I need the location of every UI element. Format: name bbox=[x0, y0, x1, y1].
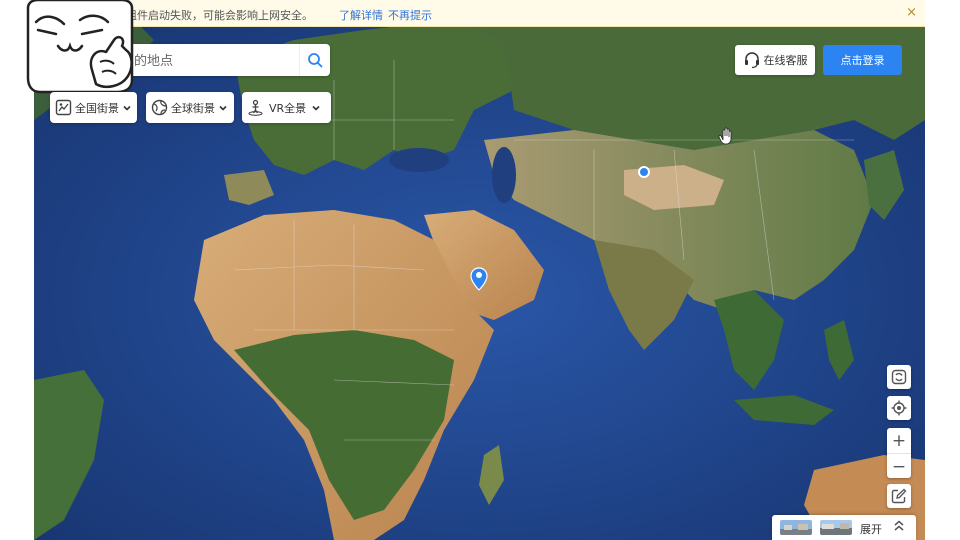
zoom-out-button[interactable]: − bbox=[887, 453, 911, 479]
zoom-in-button[interactable]: + bbox=[887, 428, 911, 453]
chevron-down-icon bbox=[312, 105, 320, 111]
headset-icon bbox=[744, 52, 759, 69]
satellite-map[interactable] bbox=[34, 0, 925, 540]
dropdown-vr-panorama[interactable]: VR全景 bbox=[242, 92, 331, 123]
dropdown-label: VR全景 bbox=[269, 101, 307, 115]
edit-icon bbox=[891, 488, 907, 504]
dropdown-label: 全国街景 bbox=[75, 101, 119, 115]
details-link[interactable]: 了解详情 bbox=[339, 7, 383, 23]
search-icon bbox=[308, 53, 323, 68]
mascot-sticker bbox=[26, 0, 134, 94]
rotate-3d-button[interactable] bbox=[887, 365, 911, 389]
dismiss-link[interactable]: 不再提示 bbox=[388, 7, 432, 23]
caspian-sea bbox=[492, 147, 516, 203]
bottom-street-view-bar: 展开 bbox=[772, 515, 916, 540]
service-label: 在线客服 bbox=[763, 54, 808, 67]
login-button[interactable]: 点击登录 bbox=[823, 45, 902, 75]
search-button[interactable] bbox=[299, 44, 330, 76]
dropdown-label: 全球街景 bbox=[171, 101, 215, 115]
vr-person-icon bbox=[248, 99, 263, 116]
locate-icon bbox=[891, 400, 907, 416]
zoom-control: + − bbox=[887, 428, 911, 478]
street-thumbnail-1[interactable] bbox=[780, 520, 812, 535]
location-dot-marker[interactable] bbox=[638, 166, 650, 178]
edit-button[interactable] bbox=[887, 484, 911, 508]
black-sea bbox=[389, 148, 449, 172]
street-view-icon bbox=[55, 99, 72, 116]
dropdown-national-street-view[interactable]: 全国街景 bbox=[50, 92, 137, 123]
street-thumbnail-2[interactable] bbox=[820, 520, 852, 535]
expand-button[interactable]: 展开 bbox=[860, 521, 882, 537]
rotate-3d-icon bbox=[891, 369, 907, 385]
online-service-button[interactable]: 在线客服 bbox=[735, 45, 815, 75]
search-input[interactable] bbox=[132, 50, 296, 72]
chevron-down-icon bbox=[123, 105, 131, 111]
security-notice-bar: 组件启动失败，可能会影响上网安全。 了解详情 不再提示 × bbox=[34, 0, 925, 27]
chevron-up-icon[interactable] bbox=[893, 519, 905, 533]
notice-message: 组件启动失败，可能会影响上网安全。 bbox=[126, 9, 313, 22]
close-notice-button[interactable]: × bbox=[906, 5, 917, 20]
chevron-down-icon bbox=[219, 105, 227, 111]
globe-icon bbox=[151, 99, 168, 116]
map-terrain bbox=[34, 0, 925, 540]
locate-button[interactable] bbox=[887, 396, 911, 420]
dropdown-global-street-view[interactable]: 全球街景 bbox=[146, 92, 234, 123]
